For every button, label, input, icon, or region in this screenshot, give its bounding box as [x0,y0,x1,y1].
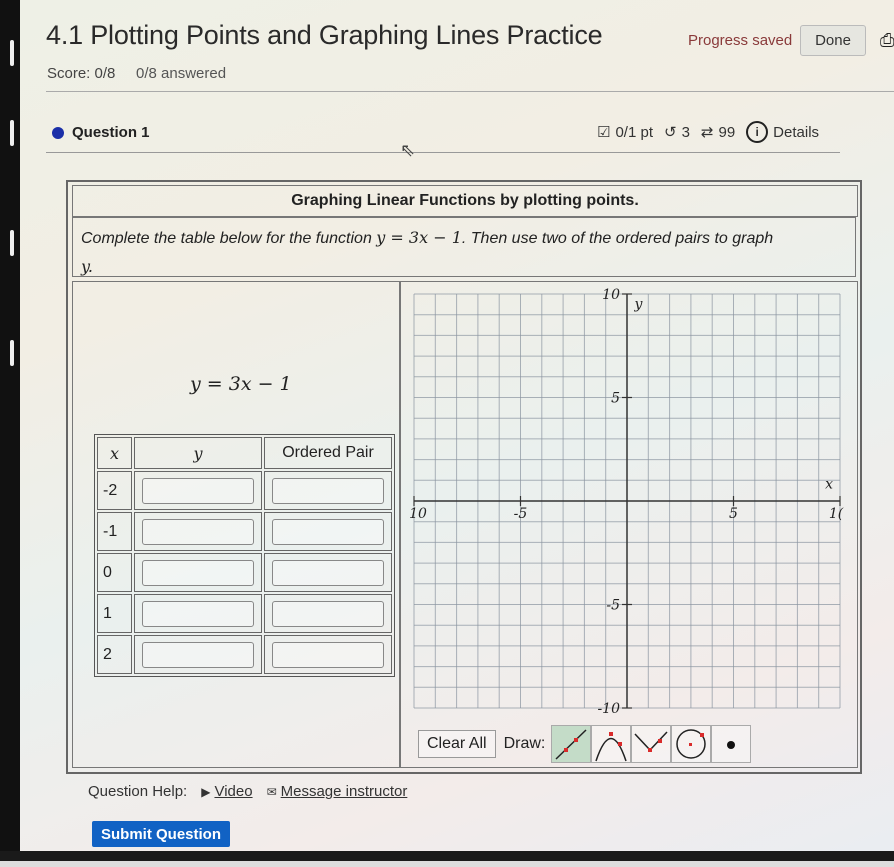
message-instructor-link[interactable]: Message instructor [281,783,408,800]
divider [46,152,840,153]
x-value: -2 [97,471,132,510]
table-row: -2 [97,471,392,510]
table-row: 1 [97,594,392,633]
mail-icon: ✉ [266,784,277,799]
score-text: Score: 0/8 [47,65,116,82]
line-tool-icon [555,729,587,760]
info-icon[interactable]: i [746,121,769,143]
answered-count: 0/8 answered [136,65,227,82]
header-y: y [134,437,262,469]
x-tick-label: 5 [729,506,738,522]
x-value: 0 [97,553,132,592]
table-header-row: x y Ordered Pair [97,437,392,469]
attempts-count: 99 [718,123,736,141]
table-row: 2 [97,635,392,674]
x-value: 2 [97,635,132,674]
absolute-value-tool-icon [634,731,668,752]
x-tick-label: -5 [514,506,528,522]
question-help: Question Help: ▶ Video ✉ Message instruc… [88,783,407,800]
divider [46,91,894,92]
bezel-mark [10,340,14,366]
y-axis-label: y [633,296,643,312]
mouse-cursor-icon: ⇖ [400,140,416,160]
y-input[interactable] [142,477,254,504]
points-text: 0/1 pt [615,123,653,141]
bezel-mark [10,230,14,256]
x-axis-label: x [825,477,833,493]
point-tool-icon [727,741,736,749]
circle-tool-icon [676,729,707,759]
video-link[interactable]: Video [214,783,252,800]
x-value: -1 [97,512,132,551]
question-meta: ☑ 0/1 pt ↺ 3 ⇄ 99 i Details [597,121,819,143]
parabola-tool-icon [595,732,628,762]
done-button[interactable]: Done [800,25,866,56]
parabola-tool-button[interactable] [591,725,632,763]
retry-icon: ↺ [663,124,677,141]
page-title: 4.1 Plotting Points and Graphing Lines P… [46,20,603,50]
coordinate-graph[interactable]: 10 -5 5 1( 10 5 -5 -10 x y [404,284,852,714]
x-tick-label: 1( [829,506,844,522]
point-tool-button[interactable] [711,725,752,763]
draw-label: Draw: [503,735,546,752]
y-input[interactable] [142,518,254,545]
bezel-mark [10,40,14,66]
x-tick-label: 10 [409,506,427,522]
y-input[interactable] [142,559,254,586]
y-tick-label: -5 [606,598,620,614]
screen-bezel [0,0,20,867]
question-label: Question 1 [72,124,150,141]
y-tick-label: -10 [597,701,620,714]
equation-display: y = 3x − 1 [190,373,292,395]
y-tick-label: 10 [602,287,620,303]
retries-count: 3 [681,123,690,141]
instruction-equation: y = 3x − 1 [376,228,462,247]
absolute-value-tool-button[interactable] [631,725,672,763]
y-input[interactable] [142,641,254,668]
help-label: Question Help: [88,783,188,800]
attempts-icon: ⇄ [700,124,714,141]
question-status-dot [52,127,64,139]
table-row: 0 [97,553,392,592]
header-ordered-pair: Ordered Pair [264,437,392,469]
y-input[interactable] [142,600,254,627]
line-tool-button[interactable] [551,725,592,763]
checkbox-icon: ☑ [597,124,611,141]
screen-bottom-bezel [0,851,894,867]
print-icon[interactable]: ⎙ [880,30,894,51]
ordered-pair-input[interactable] [272,518,384,545]
draw-toolbar: Clear All Draw: [418,725,752,763]
header-x: x [97,437,132,469]
clear-all-button[interactable]: Clear All [418,730,496,758]
table-row: -1 [97,512,392,551]
problem-heading: Graphing Linear Functions by plotting po… [72,185,858,217]
bezel-mark [10,120,14,146]
details-link[interactable]: Details [773,124,819,141]
ordered-pair-input[interactable] [272,641,384,668]
ordered-pair-input[interactable] [272,477,384,504]
instruction-text: Complete the table below for the functio… [81,230,377,247]
ordered-pair-input[interactable] [272,559,384,586]
values-table: x y Ordered Pair -2 -1 0 1 2 [94,434,395,677]
progress-status: Progress saved [688,32,793,49]
x-value: 1 [97,594,132,633]
y-tick-label: 5 [611,391,620,407]
ordered-pair-input[interactable] [272,600,384,627]
circle-tool-button[interactable] [671,725,712,763]
problem-instruction: Complete the table below for the functio… [72,217,856,277]
instruction-text: y. [81,257,93,276]
instruction-text: . Then use two of the ordered pairs to g… [461,230,774,247]
video-icon: ▶ [201,784,211,799]
submit-question-button[interactable]: Submit Question [92,821,230,847]
